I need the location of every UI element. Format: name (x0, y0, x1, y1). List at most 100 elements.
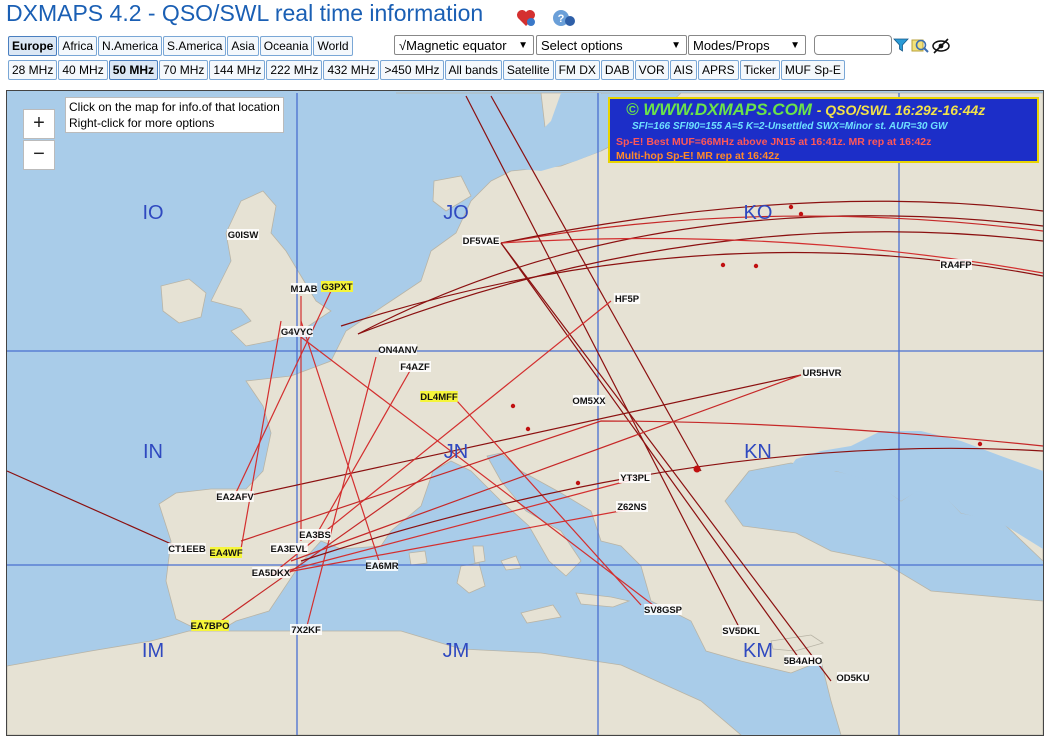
station-callsign: OM5XX (572, 396, 606, 407)
station-marker[interactable]: SV8GSP (644, 604, 683, 616)
band-tab-ticker[interactable]: Ticker (739, 60, 780, 80)
chevron-down-icon: ▼ (790, 40, 800, 51)
station-marker[interactable]: 7X2KF (290, 624, 322, 636)
hint-line-1: Click on the map for info.of that locati… (69, 100, 280, 114)
search-icon[interactable] (911, 37, 929, 55)
band-tab-70mhz[interactable]: 70 MHz (159, 60, 209, 80)
svg-text:?: ? (558, 13, 565, 25)
midpoint-marker (693, 465, 701, 473)
station-marker[interactable]: UR5HVR (802, 367, 842, 379)
station-marker[interactable]: DL4MFF (420, 391, 458, 403)
info-header: © WWW.DXMAPS.COM - QSO/SWL 16:29z-16:44z (626, 100, 985, 120)
station-marker[interactable]: ON4ANV (378, 344, 418, 356)
station-callsign: ON4ANV (378, 345, 418, 356)
midpoint-marker (575, 480, 581, 486)
station-marker[interactable]: EA5DKX (252, 567, 291, 579)
station-marker[interactable]: EA3EVL (270, 543, 308, 555)
grid-square-label: IM (142, 640, 164, 662)
station-marker[interactable]: SV5DKL (722, 625, 760, 637)
map-hint: Click on the map for info.of that locati… (65, 97, 284, 133)
tab-africa[interactable]: Africa (58, 36, 98, 56)
station-marker[interactable]: G0ISW (227, 229, 259, 241)
station-marker[interactable]: F4AZF (399, 361, 431, 373)
tab-world[interactable]: World (313, 36, 353, 56)
station-marker[interactable]: YT3PL (619, 472, 651, 484)
grid-square-label: JO (443, 202, 469, 224)
station-marker[interactable]: G3PXT (321, 281, 353, 293)
station-marker[interactable]: 5B4AHO (784, 655, 823, 667)
band-tab-144mhz[interactable]: 144 MHz (209, 60, 266, 80)
zoom-in-button[interactable]: + (23, 109, 55, 139)
filter-icon[interactable] (893, 37, 909, 53)
station-marker[interactable]: DF5VAE (462, 235, 500, 247)
map[interactable]: IO JO KO IN JN KN IM JM KM G0ISW DF5VAE RA4FP M1AB G… (6, 90, 1044, 736)
grid-square-label: KM (743, 640, 773, 662)
search-input[interactable] (814, 35, 892, 55)
station-marker[interactable]: RA4FP (940, 259, 972, 271)
tab-north-america[interactable]: N.America (98, 36, 163, 56)
tab-europe[interactable]: Europe (8, 36, 58, 56)
station-marker[interactable]: EA3BS (299, 529, 331, 541)
map-canvas[interactable]: IO JO KOIN JN KNIM JM KM G0ISWDF5VAERA4FPM1AB G… (7, 91, 1043, 735)
page-title: DXMAPS 4.2 - QSO/SWL real time informati… (6, 0, 484, 26)
grid-square-label: JN (444, 441, 468, 463)
station-marker[interactable]: EA2AFV (216, 491, 254, 503)
band-tab-fm-dx[interactable]: FM DX (554, 60, 600, 80)
grid-square-label: KN (744, 441, 772, 463)
midpoint-marker (510, 403, 516, 409)
band-tab-all-bands[interactable]: All bands (444, 60, 502, 80)
tab-asia[interactable]: Asia (227, 36, 259, 56)
midpoint-marker (798, 211, 804, 217)
station-callsign: F4AZF (400, 362, 430, 373)
tab-oceania[interactable]: Oceania (259, 36, 313, 56)
grid-square-label: KO (744, 202, 773, 224)
band-tab-28mhz[interactable]: 28 MHz (8, 60, 58, 80)
equator-select-value: √Magnetic equator (399, 38, 507, 53)
tab-south-america[interactable]: S.America (163, 36, 227, 56)
station-marker[interactable]: EA6MR (365, 560, 399, 572)
station-marker[interactable]: OD5KU (836, 672, 870, 684)
band-tab-40mhz[interactable]: 40 MHz (58, 60, 108, 80)
band-tab-above-450mhz[interactable]: >450 MHz (380, 60, 444, 80)
band-tab-432mhz[interactable]: 432 MHz (323, 60, 380, 80)
info-subtitle: - QSO/SWL 16:29z-16:44z (816, 102, 986, 118)
station-callsign: EA3EVL (271, 544, 308, 555)
band-tab-222mhz[interactable]: 222 MHz (266, 60, 323, 80)
help-icon[interactable]: ? (552, 7, 575, 29)
station-marker[interactable]: M1AB (291, 283, 318, 295)
station-callsign: M1AB (291, 284, 318, 295)
options-select[interactable]: Select options ▼ (536, 35, 687, 55)
station-callsign: OD5KU (836, 673, 869, 684)
station-callsign: EA7BPO (190, 621, 229, 632)
modes-select[interactable]: Modes/Props ▼ (688, 35, 806, 55)
info-spe-line: Sp-E! Best MUF=66MHz above JN15 at 16:41… (616, 136, 932, 148)
band-tab-50mhz[interactable]: 50 MHz (108, 60, 159, 80)
station-marker[interactable]: EA7BPO (190, 620, 230, 632)
hint-line-2: Right-click for more options (69, 116, 215, 130)
band-tab-satellite[interactable]: Satellite (502, 60, 554, 80)
station-callsign: EA3BS (299, 530, 331, 541)
station-marker[interactable]: CT1EEB (168, 543, 206, 555)
station-callsign: HF5P (615, 294, 640, 305)
station-callsign: DF5VAE (463, 236, 500, 247)
band-tab-dab[interactable]: DAB (600, 60, 634, 80)
chevron-down-icon: ▼ (671, 40, 681, 51)
band-tab-ais[interactable]: AIS (669, 60, 697, 80)
station-marker[interactable]: OM5XX (572, 395, 606, 407)
modes-select-value: Modes/Props (693, 38, 770, 53)
heart-icon[interactable] (515, 7, 537, 29)
station-marker[interactable]: HF5P (613, 293, 641, 305)
station-marker[interactable]: Z62NS (616, 501, 648, 513)
band-tab-aprs[interactable]: APRS (697, 60, 739, 80)
station-marker[interactable]: G4VYC (281, 326, 313, 338)
grid-square-label: IO (142, 202, 163, 224)
band-tab-muf-spe[interactable]: MUF Sp-E (780, 60, 845, 80)
info-site: © WWW.DXMAPS.COM (626, 100, 812, 119)
band-tab-vor[interactable]: VOR (634, 60, 669, 80)
midpoint-marker (977, 441, 983, 447)
hide-eye-icon[interactable] (931, 37, 951, 55)
equator-select[interactable]: √Magnetic equator ▼ (394, 35, 534, 55)
station-marker[interactable]: EA4WF (209, 547, 243, 559)
zoom-out-button[interactable]: − (23, 140, 55, 170)
options-select-value: Select options (541, 38, 623, 53)
